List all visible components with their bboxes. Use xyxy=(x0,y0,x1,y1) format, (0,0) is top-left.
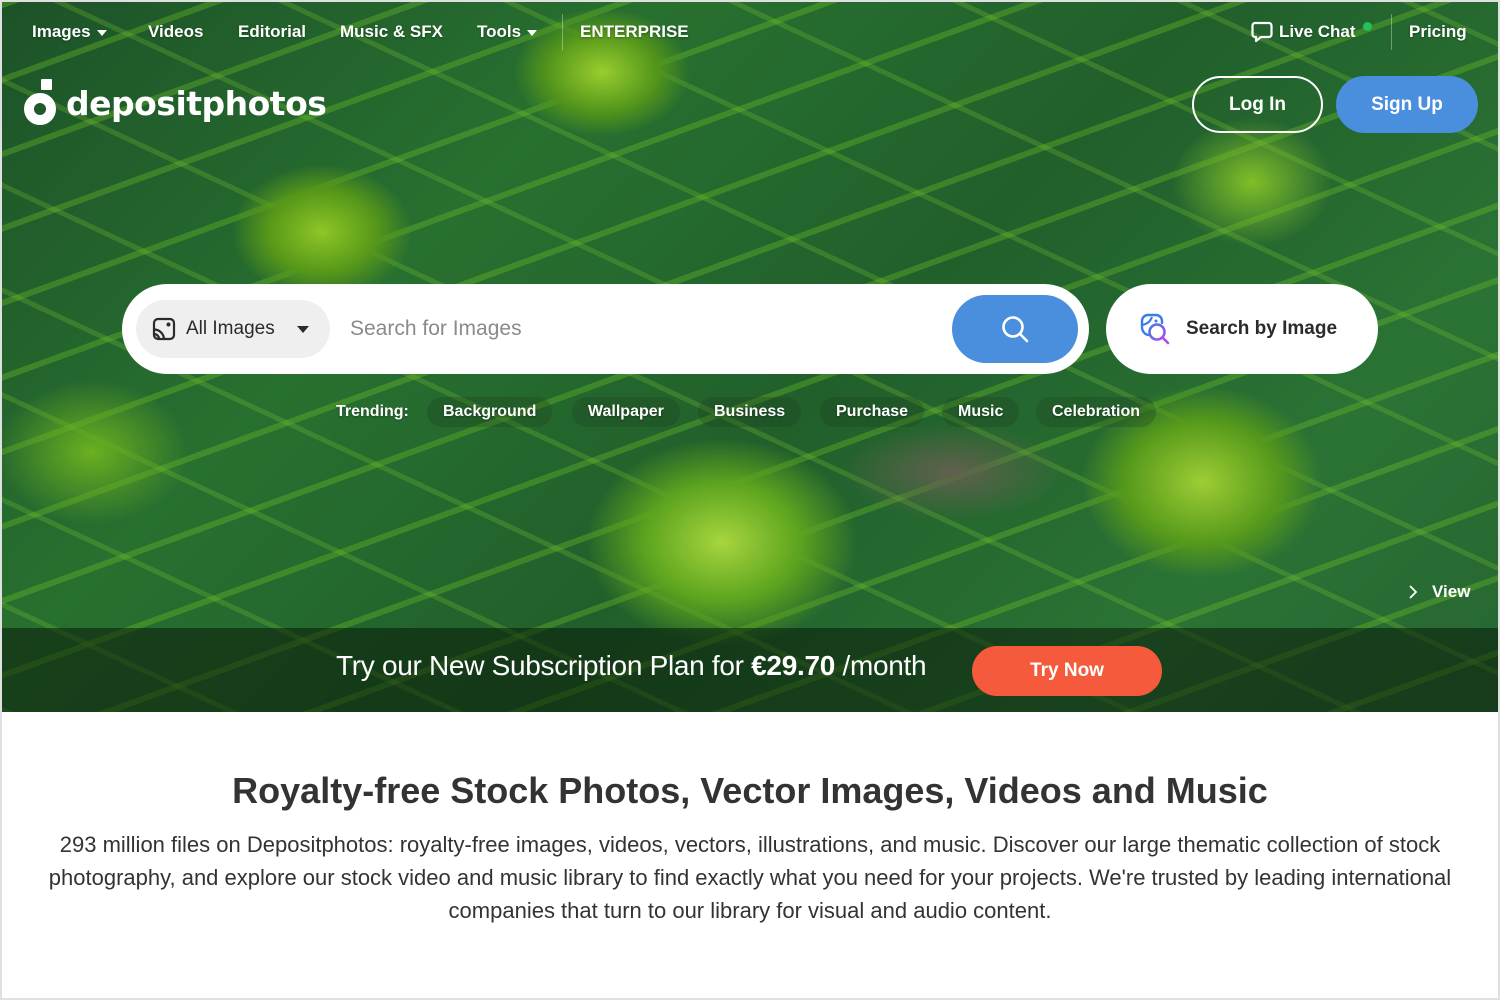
trending-bar: Trending: Background Wallpaper Business … xyxy=(2,397,1498,427)
signup-button[interactable]: Sign Up xyxy=(1336,76,1478,133)
image-type-icon xyxy=(152,317,176,341)
nav-divider xyxy=(1391,14,1392,50)
trending-chip[interactable]: Music xyxy=(942,397,1020,427)
login-label: Log In xyxy=(1229,93,1286,115)
page: Images Videos Editorial Music & SFX Tool… xyxy=(2,2,1498,998)
caret-down-icon xyxy=(527,30,538,36)
page-headline: Royalty-free Stock Photos, Vector Images… xyxy=(232,770,1268,811)
live-chat-label: Live Chat xyxy=(1279,22,1356,41)
promo-price: €29.70 xyxy=(751,650,835,681)
search-by-image-button[interactable]: Search by Image xyxy=(1106,284,1378,374)
promo-text: Try our New Subscription Plan for €29.70… xyxy=(336,650,927,682)
promo-banner: Try our New Subscription Plan for €29.70… xyxy=(2,628,1498,712)
search-type-label: All Images xyxy=(186,318,275,339)
nav-videos[interactable]: Videos xyxy=(148,18,203,46)
hero-background-image: Images Videos Editorial Music & SFX Tool… xyxy=(2,2,1498,712)
nav-enterprise-label: ENTERPRISE xyxy=(580,22,689,41)
depositphotos-logo-icon xyxy=(22,79,58,127)
search-icon xyxy=(1002,316,1029,343)
trending-chip[interactable]: Celebration xyxy=(1036,397,1157,427)
nav-pricing-label: Pricing xyxy=(1409,22,1467,41)
search-type-dropdown[interactable]: All Images xyxy=(136,300,330,358)
nav-editorial[interactable]: Editorial xyxy=(238,18,306,46)
trending-chip[interactable]: Wallpaper xyxy=(572,397,680,427)
brand-name: depositphotos xyxy=(66,83,327,123)
trending-chip[interactable]: Purchase xyxy=(820,397,925,427)
search-by-image-label: Search by Image xyxy=(1186,318,1338,339)
page-description: 293 million files on Depositphotos: roya… xyxy=(48,832,1452,923)
live-chat-link[interactable]: Live Chat xyxy=(1251,18,1356,46)
nav-enterprise[interactable]: ENTERPRISE xyxy=(580,18,689,46)
nav-images-label: Images xyxy=(32,22,91,41)
try-now-label: Try Now xyxy=(1030,660,1104,681)
nav-pricing[interactable]: Pricing xyxy=(1409,18,1467,46)
trending-chip[interactable]: Background xyxy=(427,397,553,427)
nav-music-sfx[interactable]: Music & SFX xyxy=(340,18,443,46)
online-status-dot xyxy=(1363,22,1372,31)
search-button[interactable] xyxy=(952,295,1078,363)
login-button[interactable]: Log In xyxy=(1192,76,1323,133)
nav-tools-label: Tools xyxy=(477,22,522,41)
trending-label: Trending: xyxy=(336,403,409,420)
signup-label: Sign Up xyxy=(1371,93,1443,115)
nav-music-sfx-label: Music & SFX xyxy=(340,22,443,41)
promo-text-suffix: /month xyxy=(835,650,927,681)
nav-editorial-label: Editorial xyxy=(238,22,307,41)
chevron-right-icon xyxy=(1409,585,1418,599)
try-now-button[interactable]: Try Now xyxy=(972,646,1162,696)
view-link-label: View xyxy=(1432,582,1471,601)
trending-chip[interactable]: Business xyxy=(698,397,802,427)
promo-text-prefix: Try our New Subscription Plan for xyxy=(336,650,752,681)
search-by-image-icon xyxy=(1140,313,1170,345)
caret-down-icon xyxy=(296,325,309,333)
chat-bubble-icon xyxy=(1251,21,1273,43)
nav-videos-label: Videos xyxy=(148,22,204,41)
nav-images[interactable]: Images xyxy=(32,18,107,46)
brand-logo[interactable]: depositphotos xyxy=(22,78,327,128)
nav-divider xyxy=(562,14,563,50)
search-bar: All Images xyxy=(122,284,1089,374)
view-image-link[interactable]: View xyxy=(1408,582,1470,602)
nav-tools[interactable]: Tools xyxy=(477,18,538,46)
search-input[interactable] xyxy=(350,306,940,352)
caret-down-icon xyxy=(96,30,107,36)
